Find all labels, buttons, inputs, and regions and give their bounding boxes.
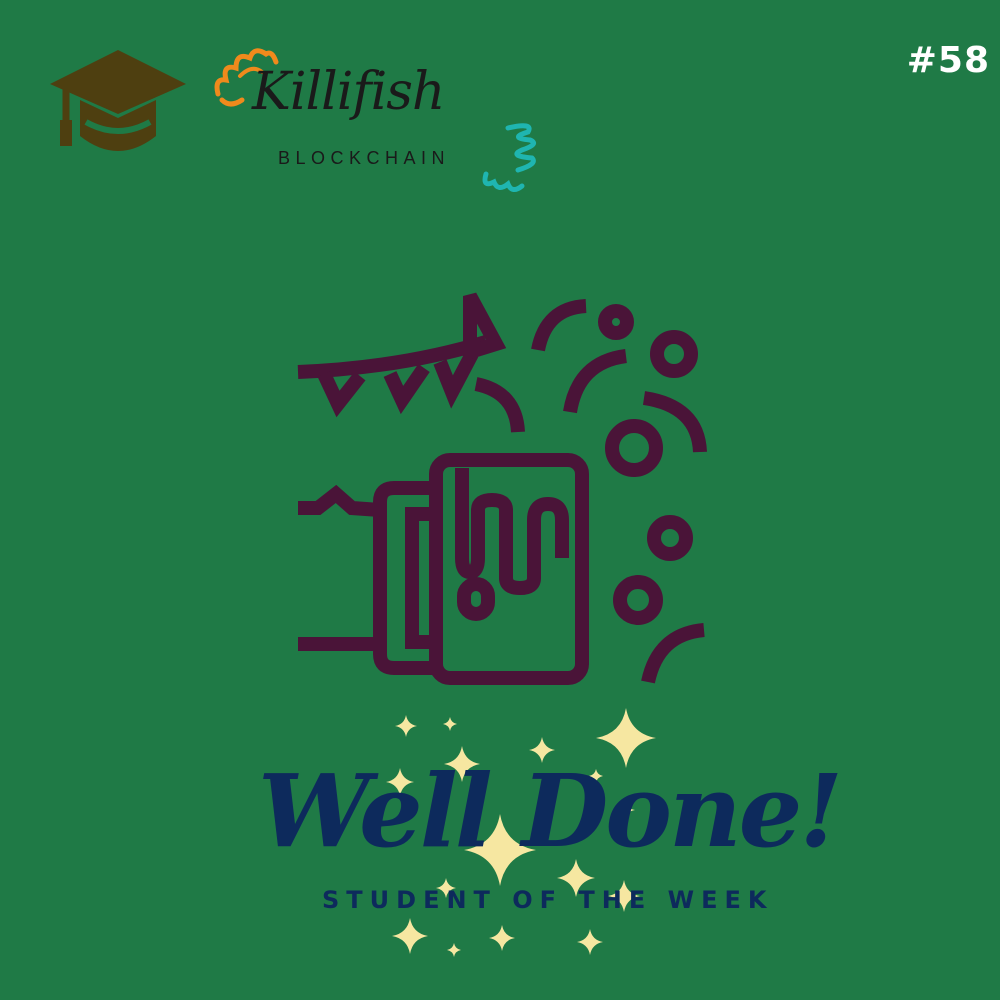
well-done-title: Well Done! <box>258 752 843 870</box>
teal-swirl-icon <box>482 123 537 192</box>
student-of-week-subtitle: STUDENT OF THE WEEK <box>322 886 774 914</box>
episode-number: #58 <box>906 40 990 81</box>
graduation-cap-icon <box>50 50 186 151</box>
celebration-mug-icon <box>297 292 707 685</box>
logo-subtitle: BLOCKCHAIN <box>278 148 451 168</box>
logo-wordmark: Killifish <box>252 62 445 122</box>
